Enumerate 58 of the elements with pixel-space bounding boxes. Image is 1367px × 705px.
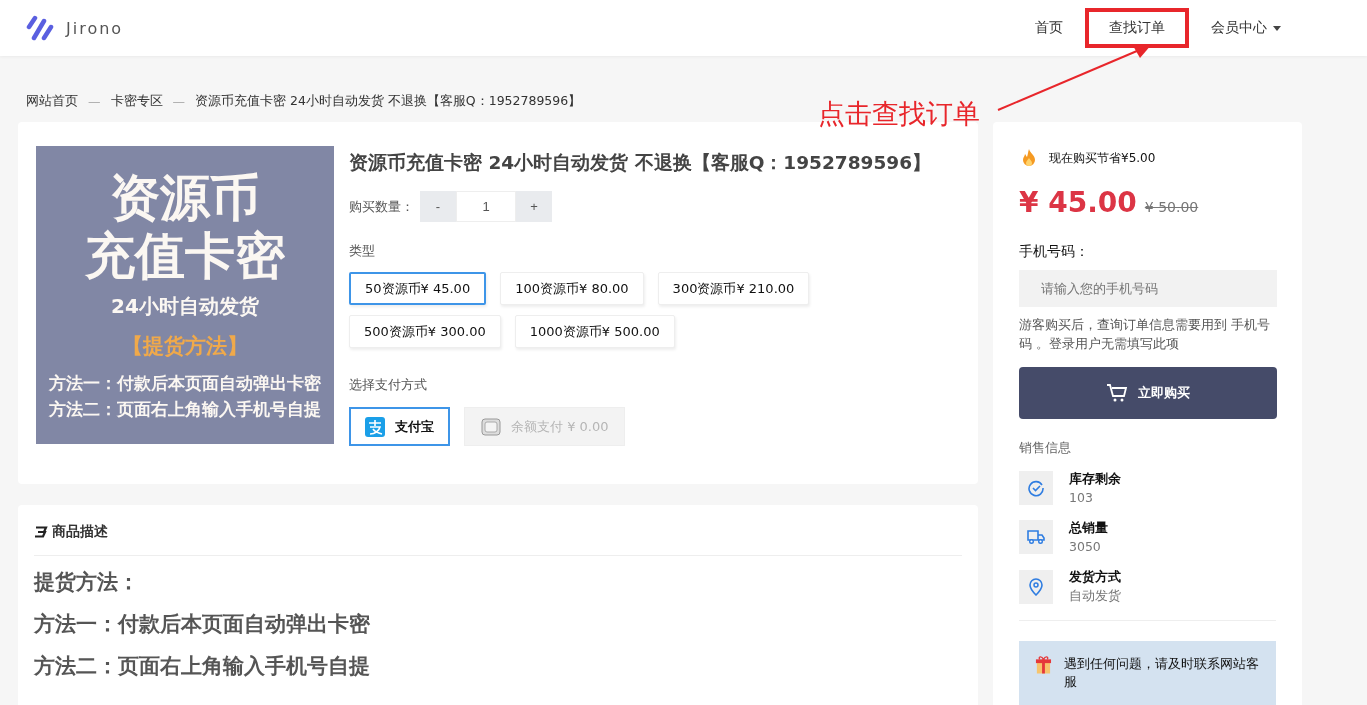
stat-label: 发货方式: [1069, 569, 1121, 586]
stat-label: 库存剩余: [1069, 471, 1121, 488]
banner-text: 方法二：页面右上角输入手机号自提: [49, 397, 321, 421]
banner-text: 【提货方法】: [122, 332, 248, 360]
product-title: 资源币充值卡密 24小时自动发货 不退换【客服Q：1952789596】: [349, 151, 933, 175]
phone-hint: 游客购买后，查询订单信息需要用到 手机号码 。登录用户无需填写此项: [1019, 316, 1271, 353]
type-option[interactable]: 100资源币¥ 80.00: [500, 272, 644, 305]
section-icon: [34, 526, 48, 538]
breadcrumb-link[interactable]: 网站首页: [26, 92, 78, 110]
payment-option[interactable]: 支付宝: [349, 407, 450, 446]
original-price: ¥ 50.00: [1144, 199, 1199, 215]
decrement-button[interactable]: -: [420, 191, 456, 222]
cart-icon: [1106, 383, 1128, 403]
logo-icon: [26, 15, 54, 41]
type-option[interactable]: 1000资源币¥ 500.00: [514, 315, 675, 348]
price: ¥ 45.00: [1019, 186, 1137, 219]
annotation-text: 点击查找订单: [818, 97, 980, 131]
nav-link[interactable]: 首页: [1019, 8, 1079, 48]
phone-input[interactable]: 请输入您的手机号码: [1019, 270, 1277, 307]
breadcrumb-separator: —: [88, 93, 101, 109]
buy-button[interactable]: 立即购买: [1019, 367, 1277, 419]
type-label: 类型: [349, 242, 376, 260]
banner-text: 充值卡密: [85, 226, 285, 285]
type-option[interactable]: 300资源币¥ 210.00: [657, 272, 810, 305]
description-text: 方法二：页面右上角输入手机号自提: [34, 653, 371, 680]
stat-label: 总销量: [1069, 520, 1108, 537]
description-text: 方法一：付款后本页面自动弹出卡密: [34, 611, 371, 638]
phone-label: 手机号码：: [1019, 243, 1090, 261]
description-text: 提货方法：: [34, 569, 140, 596]
type-option[interactable]: 50资源币¥ 45.00: [349, 272, 487, 305]
nav-link[interactable]: 查找订单: [1085, 8, 1189, 48]
truck-icon: [1027, 529, 1045, 545]
alipay-icon: [365, 416, 385, 437]
banner-text: 方法一：付款后本页面自动弹出卡密: [49, 371, 321, 395]
banner-text: 24小时自动发货: [111, 292, 259, 320]
caret-icon: [1273, 25, 1281, 31]
wallet-icon: [481, 417, 501, 436]
location-pin-icon: [1028, 578, 1044, 596]
breadcrumb-link[interactable]: 卡密专区: [110, 92, 163, 110]
nav-link[interactable]: 会员中心: [1195, 8, 1297, 48]
logo-text: Jirono: [66, 18, 124, 38]
stat-value: 自动发货: [1069, 588, 1121, 605]
section-title: 商品描述: [52, 523, 108, 541]
quantity-label: 购买数量：: [349, 197, 414, 216]
stat-value: 103: [1069, 490, 1094, 505]
banner-text: 资源币: [110, 168, 260, 227]
stat-value: 3050: [1069, 539, 1102, 554]
breadcrumb-separator: —: [172, 93, 185, 109]
breadcrumb-link[interactable]: 资源币充值卡密 24小时自动发货 不退换【客服Q：1952789596】: [195, 92, 582, 110]
quantity-input[interactable]: 1: [456, 191, 516, 222]
notice-text: 遇到任何问题，请及时联系网站客服: [1063, 655, 1260, 691]
promo-text: 现在购买节省¥5.00: [1049, 149, 1156, 167]
gift-icon: [1035, 655, 1052, 675]
type-option[interactable]: 500资源币¥ 300.00: [349, 315, 501, 348]
payment-label: 选择支付方式: [349, 376, 428, 394]
check-circle-icon: [1027, 479, 1045, 497]
increment-button[interactable]: +: [516, 191, 552, 222]
sales-info-label: 销售信息: [1019, 439, 1072, 457]
